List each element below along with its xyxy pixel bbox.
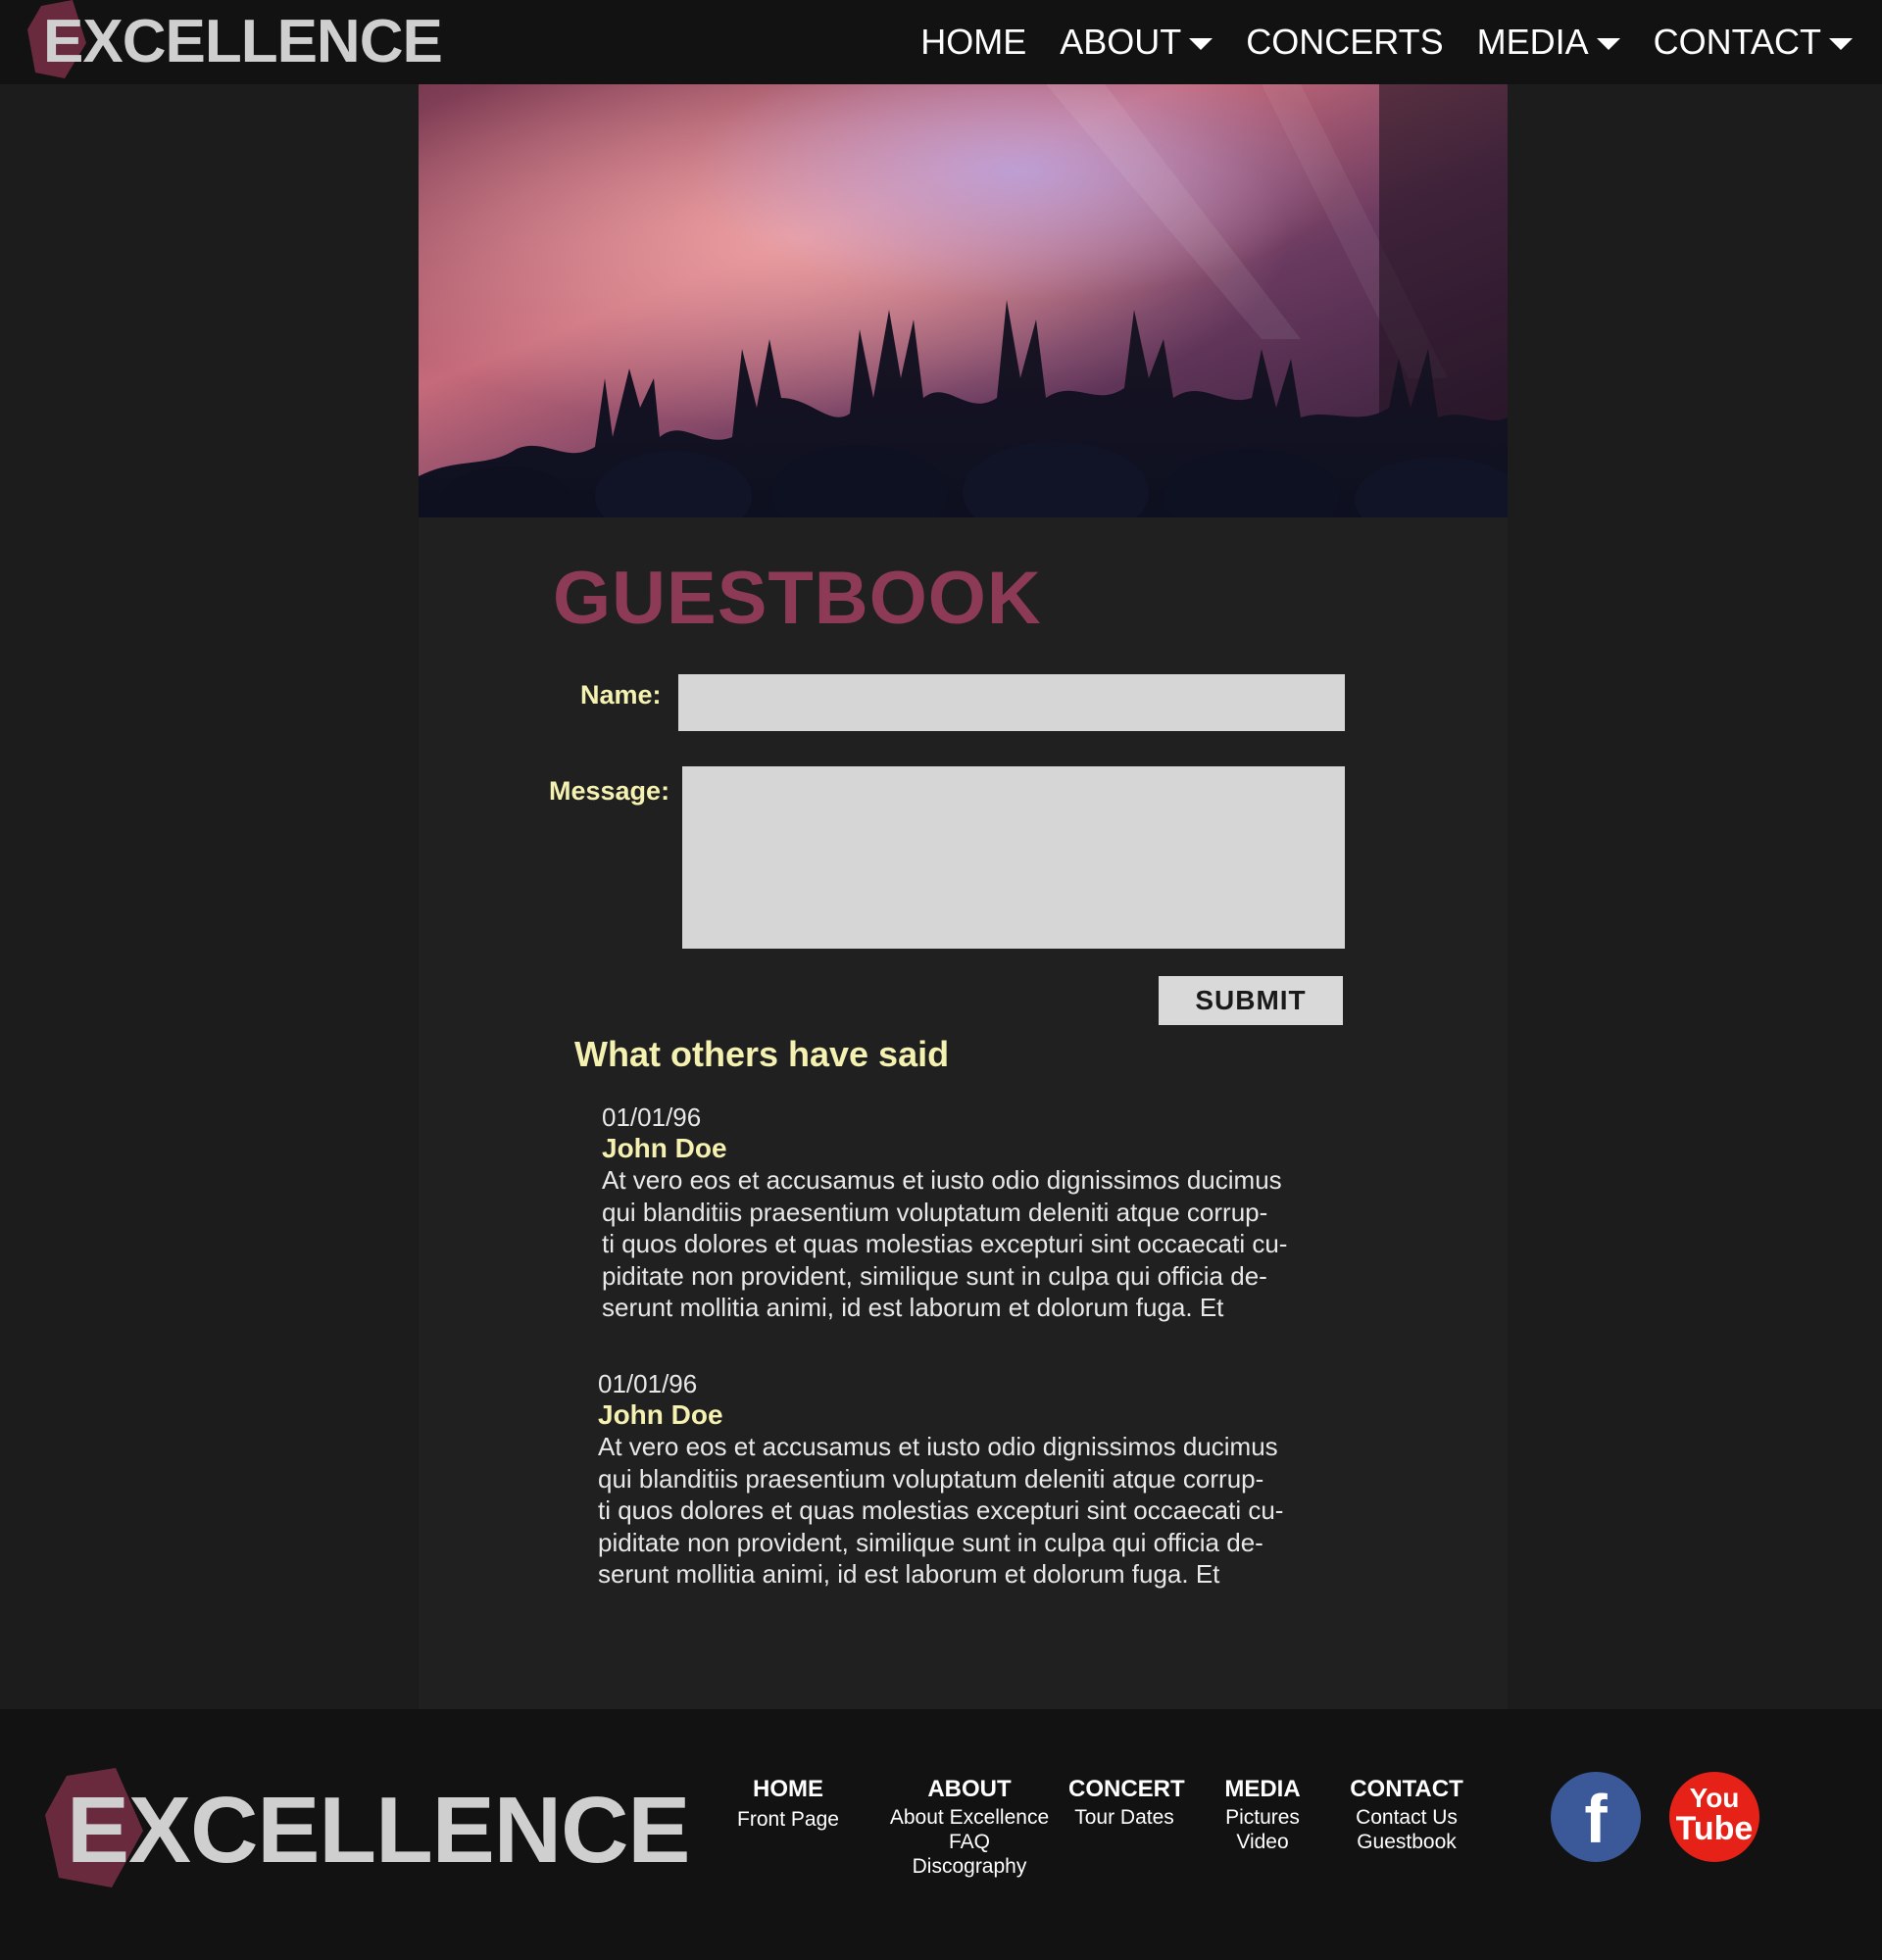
site-footer: EXCELLENCE HOME Front Page ABOUT About E… — [0, 1709, 1882, 1960]
facebook-glyph: f — [1584, 1781, 1608, 1857]
entry-text-line: At vero eos et accusamus et iusto odio d… — [598, 1432, 1278, 1461]
footer-link-tour-dates[interactable]: Tour Dates — [1068, 1805, 1180, 1830]
youtube-icon[interactable]: You Tube — [1669, 1772, 1759, 1862]
youtube-glyph-bottom: Tube — [1675, 1810, 1754, 1847]
footer-column-concert: CONCERT Tour Dates — [1068, 1774, 1185, 1830]
footer-link-video[interactable]: Video — [1206, 1830, 1319, 1854]
entry-text-line: piditate non provident, similique sunt i… — [602, 1260, 1267, 1291]
youtube-glyph-top: You — [1689, 1783, 1740, 1813]
entry-text-line: piditate non provident, similique sunt i… — [598, 1527, 1263, 1557]
message-label: Message: — [549, 776, 670, 806]
main-content: GUESTBOOK Name: Message: SUBMIT What oth… — [419, 84, 1508, 1709]
name-label: Name: — [580, 680, 662, 710]
footer-link-pictures[interactable]: Pictures — [1206, 1805, 1319, 1830]
footer-column-heading[interactable]: HOME — [730, 1774, 846, 1805]
entry-text-line: qui blanditiis praesentium voluptatum de… — [598, 1463, 1264, 1494]
comments-heading: What others have said — [574, 1034, 950, 1074]
guestbook-entry: 01/01/96 John Doe At vero eos et accusam… — [598, 1368, 1323, 1591]
caret-down-icon — [1829, 38, 1853, 50]
footer-column-media: MEDIA Pictures Video — [1206, 1774, 1319, 1854]
footer-link-guestbook[interactable]: Guestbook — [1343, 1830, 1470, 1854]
brand-logo[interactable]: EXCELLENCE — [27, 0, 443, 84]
footer-link-contact-us[interactable]: Contact Us — [1343, 1805, 1470, 1830]
entry-text: At vero eos et accusamus et iusto odio d… — [602, 1164, 1327, 1324]
entry-text-line: qui blanditiis praesentium voluptatum de… — [602, 1197, 1268, 1227]
name-field[interactable] — [678, 674, 1345, 731]
top-navbar: EXCELLENCE HOME ABOUT CONCERTS MEDIA CON… — [0, 0, 1882, 84]
entry-text: At vero eos et accusamus et iusto odio d… — [598, 1431, 1323, 1591]
page-title: GUESTBOOK — [553, 557, 1042, 640]
nav-item-label: HOME — [920, 22, 1027, 62]
entry-text-line: serunt mollitia animi, id est laborum et… — [598, 1559, 1220, 1589]
footer-link-discography[interactable]: Discography — [879, 1854, 1060, 1879]
entry-date: 01/01/96 — [602, 1102, 702, 1132]
entry-text-line: serunt mollitia animi, id est laborum et… — [602, 1293, 1224, 1322]
caret-down-icon — [1189, 38, 1213, 50]
nav-item-concerts[interactable]: CONCERTS — [1246, 22, 1443, 63]
footer-link-about-excellence[interactable]: About Excellence — [879, 1805, 1060, 1830]
hero-banner — [419, 84, 1508, 517]
nav-item-about[interactable]: ABOUT — [1060, 22, 1213, 63]
footer-brand-logo-text: EXCELLENCE — [67, 1778, 690, 1883]
nav-item-home[interactable]: HOME — [920, 22, 1026, 63]
footer-column-heading[interactable]: ABOUT — [879, 1774, 1060, 1805]
brand-logo-text: EXCELLENCE — [43, 8, 443, 75]
nav-item-contact[interactable]: CONTACT — [1654, 22, 1853, 63]
submit-button[interactable]: SUBMIT — [1159, 976, 1343, 1025]
concert-crowd-image — [419, 84, 1508, 517]
footer-column-home: HOME Front Page — [730, 1774, 846, 1832]
entry-author: John Doe — [602, 1133, 727, 1163]
footer-column-heading[interactable]: MEDIA — [1206, 1774, 1319, 1805]
entry-date: 01/01/96 — [598, 1369, 698, 1398]
caret-down-icon — [1596, 38, 1620, 50]
footer-column-about: ABOUT About Excellence FAQ Discography — [879, 1774, 1060, 1879]
entry-text-line: ti quos dolores et quas molestias except… — [602, 1229, 1288, 1258]
footer-brand-logo[interactable]: EXCELLENCE — [45, 1768, 690, 1905]
footer-column-heading[interactable]: CONTACT — [1343, 1774, 1470, 1805]
entry-text-line: ti quos dolores et quas molestias except… — [598, 1495, 1284, 1525]
footer-column-heading[interactable]: CONCERT — [1068, 1774, 1185, 1805]
footer-link-front-page[interactable]: Front Page — [730, 1807, 846, 1832]
footer-link-faq[interactable]: FAQ — [879, 1830, 1060, 1854]
nav-item-label: CONTACT — [1653, 22, 1821, 62]
nav-item-label: ABOUT — [1060, 22, 1182, 62]
entry-text-line: At vero eos et accusamus et iusto odio d… — [602, 1165, 1282, 1195]
nav-item-label: CONCERTS — [1246, 22, 1444, 62]
entry-author: John Doe — [598, 1399, 723, 1430]
nav-item-label: MEDIA — [1476, 22, 1589, 62]
main-nav: HOME ABOUT CONCERTS MEDIA CONTACT — [887, 0, 1853, 84]
guestbook-entry: 01/01/96 John Doe At vero eos et accusam… — [602, 1102, 1327, 1324]
nav-item-media[interactable]: MEDIA — [1477, 22, 1620, 63]
footer-column-contact: CONTACT Contact Us Guestbook — [1343, 1774, 1470, 1854]
facebook-icon[interactable]: f — [1551, 1772, 1641, 1862]
message-field[interactable] — [682, 766, 1345, 949]
